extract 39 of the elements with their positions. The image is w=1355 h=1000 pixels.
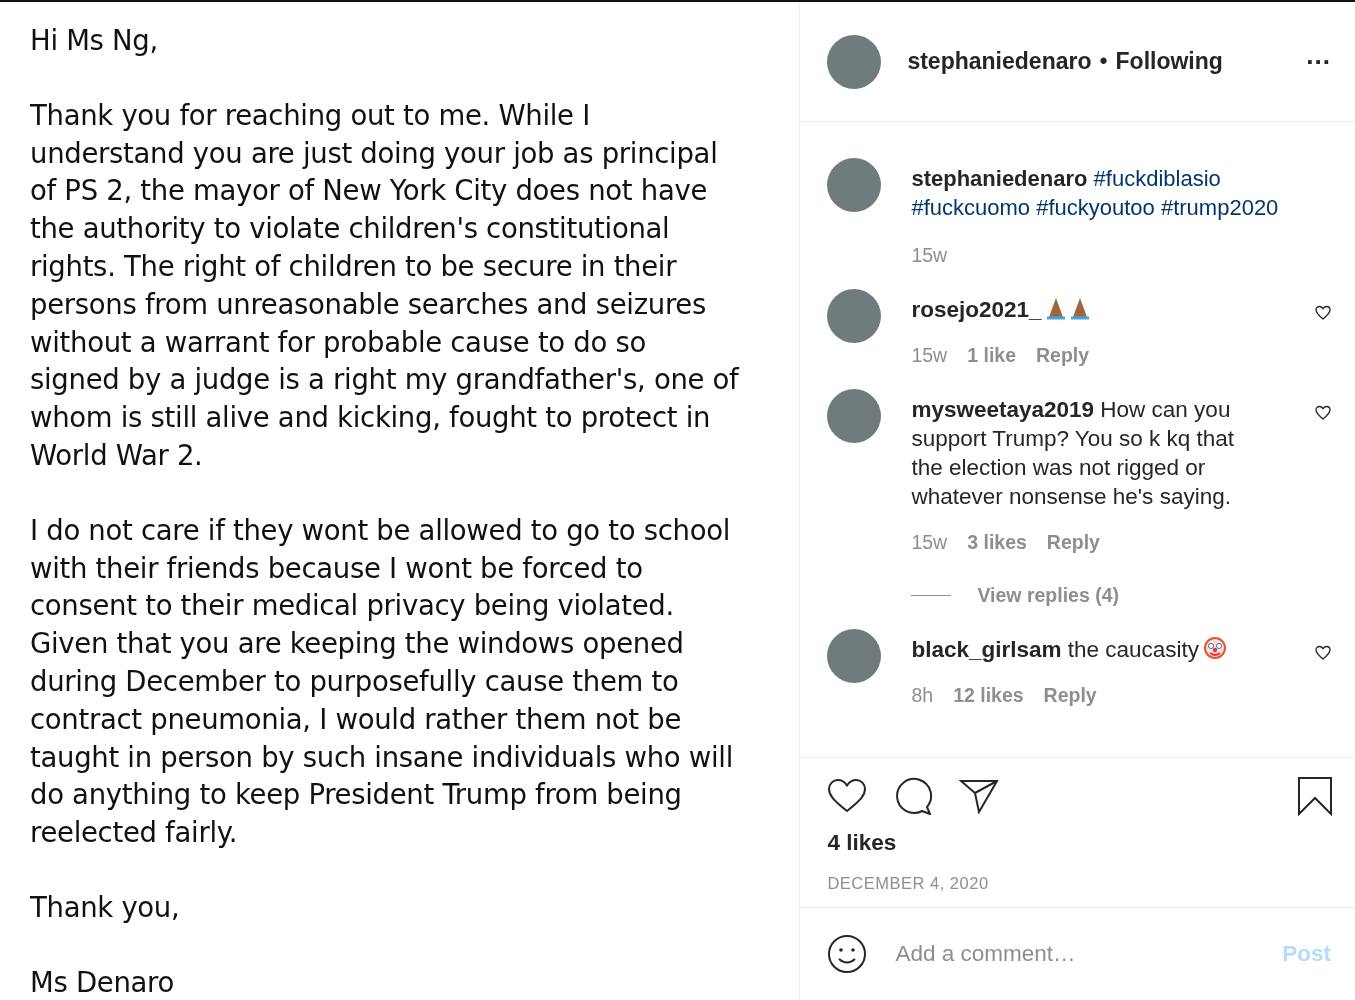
username-link[interactable]: rosejo2021_ <box>911 297 1042 322</box>
hashtag-link[interactable]: #trump2020 <box>1160 195 1279 220</box>
letter-paragraph: Hi Ms Ng, <box>30 23 158 58</box>
username-link[interactable]: black_girlsam <box>911 637 1062 662</box>
hashtag-link[interactable]: #fuckcuomo <box>911 195 1031 220</box>
letter-paragraph: Thank you, <box>30 889 180 925</box>
letter-paragraph: Thank you for reaching out to me. While I understand you are just doing your job as principal of PS 2, the mayor of New York City does not have the authority to violate children's constitutional rights. The right of children to be secure in their persons from unreasonable searches and seizures without a warrant for probable cause to do so signed by a judge is a right my grandfather's, one of whom is still alive and kicking, fought to protect in World War 2. <box>30 97 739 473</box>
clown-face-icon[interactable] <box>1203 636 1228 660</box>
comment-time: 15w <box>911 244 948 267</box>
letter-paragraph: Ms Denaro <box>30 964 174 1000</box>
comment-text: mysweetaya2019 How can you support Trump? You so k kq that the election was not rigged or whatever nonsense he's saying. <box>911 396 1236 511</box>
post-date: DECEMBER 4, 2020 <box>827 874 990 893</box>
avatar[interactable] <box>827 389 882 443</box>
separator-dot: • <box>1099 48 1108 75</box>
hashtag-link[interactable]: #fuckyoutoo <box>1036 195 1155 220</box>
letter-paragraph: I do not care if they wont be allowed to go to school with their friends because I wont be forced to consent to their medical privacy being violated. Given that you are keeping the windows opened during December to purposefully cause them to contract pneumonia, I would rather them not be taught in person by such insane individuals who will do anything to keep President Trump from being reelected fairly. <box>30 512 733 851</box>
comment-time: 8h <box>911 684 934 707</box>
username-link[interactable]: stephaniedenaro <box>911 166 1088 191</box>
heart-icon[interactable] <box>1315 645 1331 661</box>
hashtag-link[interactable]: #fuckdiblasio <box>1093 166 1221 191</box>
heart-icon[interactable] <box>1315 405 1331 421</box>
likes-count[interactable]: 4 likes <box>827 830 1333 856</box>
smiley-icon[interactable] <box>827 934 868 974</box>
bookmark-icon[interactable] <box>1297 776 1333 816</box>
more-options-button[interactable]: ... <box>1306 40 1331 71</box>
avatar[interactable] <box>827 158 882 212</box>
username-link[interactable]: stephaniedenaro <box>907 48 1092 75</box>
following-button[interactable]: Following <box>1115 48 1223 75</box>
comment-time: 15w <box>911 531 948 554</box>
comment-time: 15w <box>911 344 948 367</box>
username-link[interactable]: mysweetaya2019 <box>911 397 1095 422</box>
paper-plane-icon[interactable] <box>959 778 1000 814</box>
speech-bubble-icon[interactable] <box>893 777 934 815</box>
heart-icon[interactable] <box>1315 305 1331 321</box>
comment-input[interactable]: Add a comment… <box>893 940 1257 968</box>
avatar[interactable] <box>827 289 882 343</box>
comment-text: black_girlsam the caucasity <box>911 629 1262 664</box>
heart-icon[interactable] <box>827 778 868 814</box>
avatar[interactable] <box>827 629 882 683</box>
